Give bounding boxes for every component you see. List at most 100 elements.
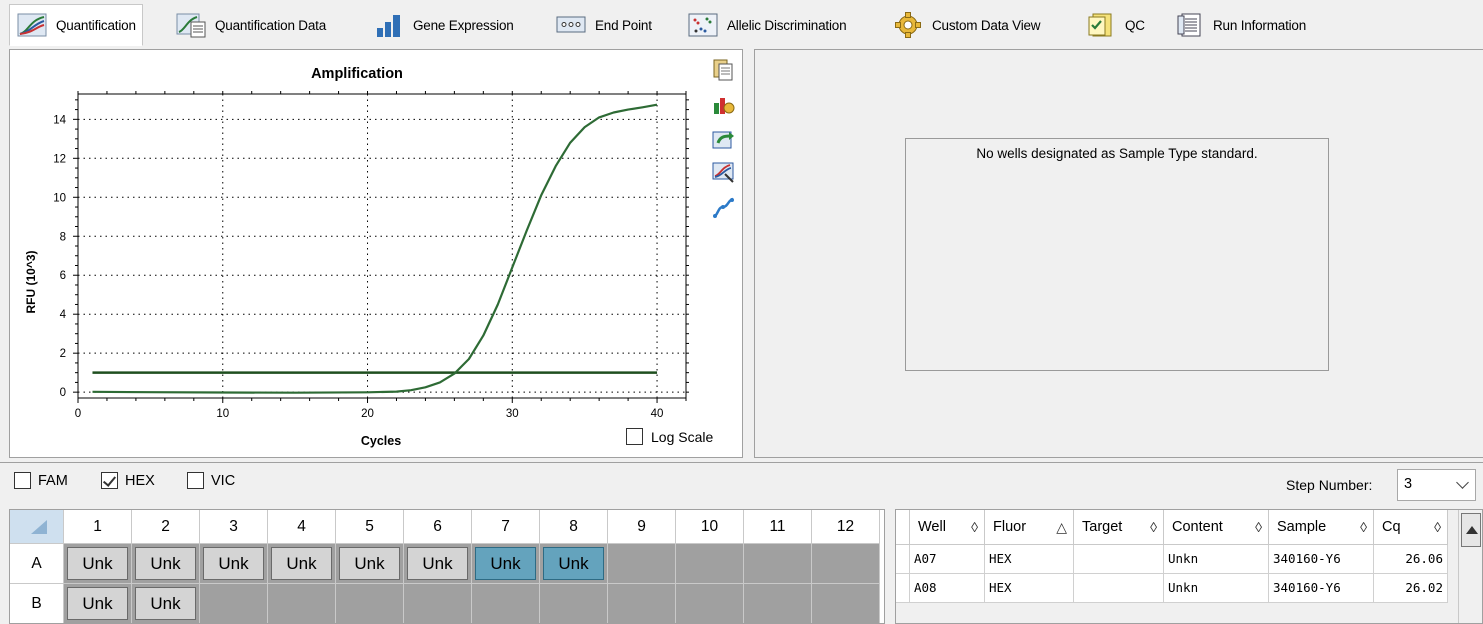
plate-cell[interactable] [540,584,608,623]
plate-row-header[interactable]: B [10,584,64,623]
fluor-vic-checkbox[interactable] [187,472,204,489]
plate-cell[interactable]: Unk [540,544,608,584]
copy-icon[interactable] [710,56,736,82]
log-scale-toggle[interactable]: Log Scale [626,428,713,445]
plate-cell[interactable]: Unk [132,544,200,584]
plate-cell[interactable] [676,544,744,584]
plate-column-header[interactable]: 12 [812,510,880,544]
tab-run-information[interactable]: Run Information [1166,6,1313,44]
plate-cell[interactable] [268,584,336,623]
plate-column-header[interactable]: 8 [540,510,608,544]
column-header-well[interactable]: Well ◊ [910,510,985,545]
plate-cell[interactable]: Unk [64,544,132,584]
plate-well[interactable]: Unk [407,547,468,580]
table-cell[interactable]: 26.02 [1374,574,1448,603]
chart-settings-icon[interactable] [710,91,736,117]
plate-cell[interactable] [812,544,880,584]
curve-fit-icon[interactable] [710,195,736,221]
log-scale-checkbox[interactable] [626,428,643,445]
plate-cell[interactable] [404,584,472,623]
tab-end-point[interactable]: End Point [548,6,659,44]
plate-cell[interactable]: Unk [336,544,404,584]
plate-column-header[interactable]: 1 [64,510,132,544]
plate-column-header[interactable]: 7 [472,510,540,544]
plate-cell[interactable] [744,584,812,623]
plate-cell[interactable] [472,584,540,623]
sort-icon[interactable]: ◊ [1150,519,1157,535]
step-number-select[interactable]: 3 [1397,469,1476,501]
plate-well[interactable]: Unk [67,547,128,580]
plate-cell[interactable] [336,584,404,623]
plate-well[interactable]: Unk [203,547,264,580]
plate-corner[interactable] [10,510,64,544]
plate-well[interactable]: Unk [67,587,128,620]
plate-column-header[interactable]: 4 [268,510,336,544]
plate-column-header[interactable]: 10 [676,510,744,544]
sort-icon[interactable]: ◊ [971,519,978,535]
sort-icon[interactable]: △ [1056,519,1067,536]
plate-cell[interactable]: Unk [200,544,268,584]
table-cell[interactable]: HEX [985,545,1074,574]
plate-column-header[interactable]: 9 [608,510,676,544]
table-cell[interactable]: A08 [910,574,985,603]
table-cell[interactable]: Unkn [1164,574,1269,603]
plate-cell[interactable] [744,544,812,584]
table-cell[interactable]: A07 [910,545,985,574]
fluor-hex-toggle[interactable]: HEX [101,472,155,489]
plate-well[interactable]: Unk [135,547,196,580]
column-header-content[interactable]: Content ◊ [1164,510,1269,545]
tab-quantification[interactable]: Quantification [9,4,143,46]
plate-well[interactable]: Unk [475,547,536,580]
row-header[interactable] [896,545,910,574]
plate-cell[interactable] [200,584,268,623]
table-cell[interactable] [1074,545,1164,574]
plate-cell[interactable] [676,584,744,623]
plate-cell[interactable] [608,544,676,584]
plate-column-header[interactable]: 6 [404,510,472,544]
fluor-vic-toggle[interactable]: VIC [187,472,235,489]
column-header-sample[interactable]: Sample ◊ [1269,510,1374,545]
sort-icon[interactable]: ◊ [1434,519,1441,535]
table-cell[interactable]: 26.06 [1374,545,1448,574]
table-cell[interactable]: Unkn [1164,545,1269,574]
plate-cell[interactable]: Unk [64,584,132,623]
fluor-hex-checkbox[interactable] [101,472,118,489]
plate-cell[interactable]: Unk [132,584,200,623]
plate-cell[interactable] [812,584,880,623]
plate-well[interactable]: Unk [543,547,604,580]
sort-icon[interactable]: ◊ [1255,519,1262,535]
plate-well[interactable]: Unk [135,587,196,620]
plate-column-header[interactable]: 2 [132,510,200,544]
vertical-scrollbar[interactable] [1458,510,1482,623]
export-icon[interactable] [710,126,736,152]
tab-allelic-discrimination[interactable]: Allelic Discrimination [680,6,853,44]
tab-qc[interactable]: QC [1078,6,1152,44]
plate-well[interactable]: Unk [271,547,332,580]
plate-column-header[interactable]: 11 [744,510,812,544]
plate-cell[interactable] [608,584,676,623]
sort-icon[interactable]: ◊ [1360,519,1367,535]
plate-cell[interactable]: Unk [404,544,472,584]
column-header-fluor[interactable]: Fluor △ [985,510,1074,545]
row-header[interactable] [896,574,910,603]
table-cell[interactable]: HEX [985,574,1074,603]
tab-quantification-data[interactable]: Quantification Data [168,6,333,44]
column-header-target[interactable]: Target ◊ [1074,510,1164,545]
zoom-chart-icon[interactable] [710,159,736,185]
fluor-fam-checkbox[interactable] [14,472,31,489]
plate-row-header[interactable]: A [10,544,64,584]
panel-splitter[interactable] [744,49,753,458]
plate-column-header[interactable]: 3 [200,510,268,544]
amplification-curve[interactable] [92,103,658,394]
plate-cell[interactable]: Unk [268,544,336,584]
plate-well[interactable]: Unk [339,547,400,580]
fluor-fam-toggle[interactable]: FAM [14,472,68,489]
tab-custom-data-view[interactable]: Custom Data View [885,6,1047,44]
table-cell[interactable] [1074,574,1164,603]
plate-column-header[interactable]: 5 [336,510,404,544]
table-cell[interactable]: 340160-Y6 [1269,574,1374,603]
column-header-cq[interactable]: Cq ◊ [1374,510,1448,545]
tab-gene-expression[interactable]: Gene Expression [366,6,521,44]
scroll-up-button[interactable] [1461,513,1481,547]
table-cell[interactable]: 340160-Y6 [1269,545,1374,574]
